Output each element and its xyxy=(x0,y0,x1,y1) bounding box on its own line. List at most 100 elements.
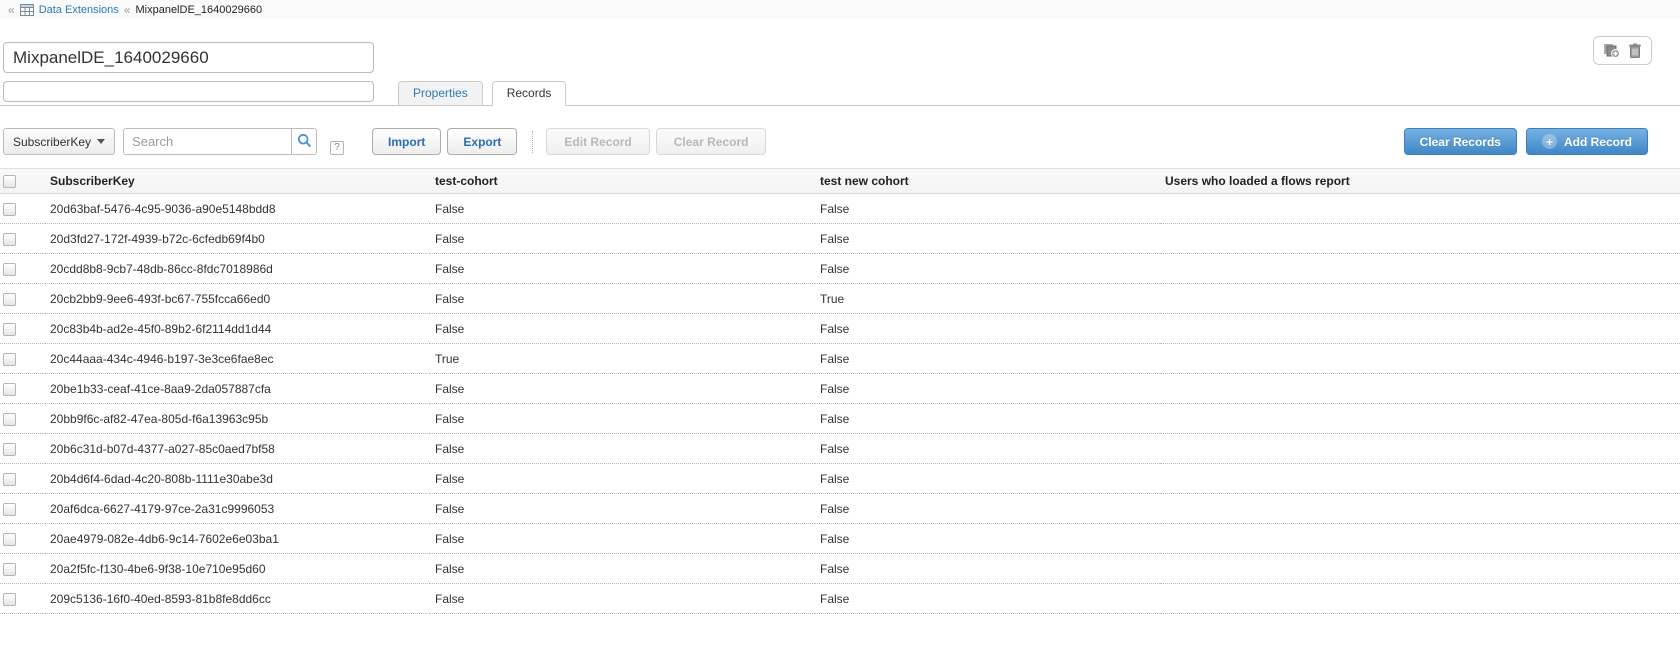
cell-test-new-cohort: False xyxy=(815,524,1160,554)
cell-test-new-cohort: False xyxy=(815,254,1160,284)
cell-subscriber-key: 20a2f5fc-f130-4be6-9f38-10e710e95d60 xyxy=(45,554,430,584)
table-row[interactable]: 20d3fd27-172f-4939-b72c-6cfedb69f4b0 Fal… xyxy=(0,224,1680,254)
cell-test-cohort: False xyxy=(430,494,815,524)
cell-test-new-cohort: False xyxy=(815,404,1160,434)
row-checkbox[interactable] xyxy=(3,413,16,426)
column-header-test-new-cohort[interactable]: test new cohort xyxy=(815,169,1160,194)
table-row[interactable]: 20bb9f6c-af82-47ea-805d-f6a13963c95b Fal… xyxy=(0,404,1680,434)
cell-flows-report xyxy=(1160,194,1680,224)
cell-subscriber-key: 20b6c31d-b07d-4377-a027-85c0aed7bf58 xyxy=(45,434,430,464)
search-field-dropdown-value: SubscriberKey xyxy=(13,135,91,149)
cell-test-new-cohort: False xyxy=(815,434,1160,464)
row-checkbox[interactable] xyxy=(3,353,16,366)
edit-record-button[interactable]: Edit Record xyxy=(546,128,649,155)
cell-test-new-cohort: False xyxy=(815,374,1160,404)
de-description-input[interactable] xyxy=(3,81,374,102)
cell-flows-report xyxy=(1160,434,1680,464)
cell-test-cohort: False xyxy=(430,224,815,254)
de-name-input[interactable] xyxy=(3,42,374,73)
search-icon xyxy=(297,133,312,151)
cell-flows-report xyxy=(1160,254,1680,284)
cell-flows-report xyxy=(1160,524,1680,554)
help-icon[interactable]: ? xyxy=(330,141,344,155)
tab-properties[interactable]: Properties xyxy=(398,81,483,106)
chevron-down-icon xyxy=(97,139,105,144)
row-checkbox[interactable] xyxy=(3,563,16,576)
toolbar-divider xyxy=(532,131,533,153)
select-all-checkbox[interactable] xyxy=(3,175,16,188)
cell-test-new-cohort: False xyxy=(815,224,1160,254)
row-checkbox[interactable] xyxy=(3,533,16,546)
cell-subscriber-key: 20af6dca-6627-4179-97ce-2a31c9996053 xyxy=(45,494,430,524)
table-row[interactable]: 20c83b4b-ad2e-45f0-89b2-6f2114dd1d44 Fal… xyxy=(0,314,1680,344)
table-row[interactable]: 20af6dca-6627-4179-97ce-2a31c9996053 Fal… xyxy=(0,494,1680,524)
table-row[interactable]: 20b4d6f4-6dad-4c20-808b-1111e30abe3d Fal… xyxy=(0,464,1680,494)
row-checkbox[interactable] xyxy=(3,503,16,516)
back-chevron-icon[interactable]: « xyxy=(8,3,15,17)
delete-trash-icon[interactable] xyxy=(1628,43,1642,58)
cell-test-cohort: False xyxy=(430,194,815,224)
records-toolbar: SubscriberKey ? Import Export Edit Recor… xyxy=(0,106,1680,168)
table-row[interactable]: 20ae4979-082e-4db6-9c14-7602e6e03ba1 Fal… xyxy=(0,524,1680,554)
row-checkbox[interactable] xyxy=(3,293,16,306)
cell-flows-report xyxy=(1160,464,1680,494)
data-extension-table-icon xyxy=(20,4,34,16)
table-row[interactable]: 209c5136-16f0-40ed-8593-81b8fe8dd6cc Fal… xyxy=(0,584,1680,614)
cell-test-new-cohort: False xyxy=(815,464,1160,494)
cell-flows-report xyxy=(1160,494,1680,524)
tab-records[interactable]: Records xyxy=(492,81,567,106)
cell-test-cohort: False xyxy=(430,434,815,464)
toolbar-right-group: Clear Records + Add Record xyxy=(1404,128,1648,155)
search-input[interactable] xyxy=(123,128,291,155)
search-button[interactable] xyxy=(291,128,317,155)
cell-flows-report xyxy=(1160,344,1680,374)
cell-test-new-cohort: False xyxy=(815,194,1160,224)
row-checkbox[interactable] xyxy=(3,593,16,606)
cell-subscriber-key: 20d3fd27-172f-4939-b72c-6cfedb69f4b0 xyxy=(45,224,430,254)
data-extension-header: Properties Records xyxy=(0,19,1680,106)
cell-flows-report xyxy=(1160,584,1680,614)
plus-icon: + xyxy=(1542,134,1557,149)
tabbar: Properties Records xyxy=(398,81,566,106)
table-row[interactable]: 20a2f5fc-f130-4be6-9f38-10e710e95d60 Fal… xyxy=(0,554,1680,584)
cell-test-new-cohort: True xyxy=(815,284,1160,314)
breadcrumb-link-data-extensions[interactable]: Data Extensions xyxy=(39,4,119,16)
column-header-test-cohort[interactable]: test-cohort xyxy=(430,169,815,194)
table-row[interactable]: 20cdd8b8-9cb7-48db-86cc-8fdc7018986d Fal… xyxy=(0,254,1680,284)
add-record-label: Add Record xyxy=(1564,135,1632,149)
cell-subscriber-key: 20cdd8b8-9cb7-48db-86cc-8fdc7018986d xyxy=(45,254,430,284)
export-button[interactable]: Export xyxy=(447,128,517,155)
column-header-flows-report[interactable]: Users who loaded a flows report xyxy=(1160,169,1680,194)
row-checkbox[interactable] xyxy=(3,383,16,396)
records-table-body: 20d63baf-5476-4c95-9036-a90e5148bdd8 Fal… xyxy=(0,194,1680,614)
cell-subscriber-key: 20d63baf-5476-4c95-9036-a90e5148bdd8 xyxy=(45,194,430,224)
clear-record-button[interactable]: Clear Record xyxy=(656,128,767,155)
table-row[interactable]: 20d63baf-5476-4c95-9036-a90e5148bdd8 Fal… xyxy=(0,194,1680,224)
import-button[interactable]: Import xyxy=(372,128,441,155)
add-record-button[interactable]: + Add Record xyxy=(1526,128,1648,155)
breadcrumb-separator: « xyxy=(124,3,131,17)
row-checkbox[interactable] xyxy=(3,263,16,276)
table-row[interactable]: 20cb2bb9-9ee6-493f-bc67-755fcca66ed0 Fal… xyxy=(0,284,1680,314)
breadcrumb-current: MixpanelDE_1640029660 xyxy=(135,4,262,16)
column-header-subscriberkey[interactable]: SubscriberKey xyxy=(45,169,430,194)
search-field-dropdown[interactable]: SubscriberKey xyxy=(3,128,115,155)
header-actions-box xyxy=(1593,36,1652,65)
row-checkbox[interactable] xyxy=(3,233,16,246)
cell-test-cohort: False xyxy=(430,584,815,614)
cell-flows-report xyxy=(1160,224,1680,254)
clear-records-button[interactable]: Clear Records xyxy=(1404,128,1517,155)
table-row[interactable]: 20b6c31d-b07d-4377-a027-85c0aed7bf58 Fal… xyxy=(0,434,1680,464)
copy-icon[interactable] xyxy=(1603,43,1620,58)
cell-subscriber-key: 20bb9f6c-af82-47ea-805d-f6a13963c95b xyxy=(45,404,430,434)
cell-test-cohort: False xyxy=(430,284,815,314)
table-row[interactable]: 20be1b33-ceaf-41ce-8aa9-2da057887cfa Fal… xyxy=(0,374,1680,404)
row-checkbox[interactable] xyxy=(3,473,16,486)
cell-test-cohort: False xyxy=(430,554,815,584)
table-row[interactable]: 20c44aaa-434c-4946-b197-3e3ce6fae8ec Tru… xyxy=(0,344,1680,374)
row-checkbox[interactable] xyxy=(3,323,16,336)
cell-test-new-cohort: False xyxy=(815,494,1160,524)
row-checkbox[interactable] xyxy=(3,203,16,216)
row-checkbox[interactable] xyxy=(3,443,16,456)
cell-test-cohort: False xyxy=(430,464,815,494)
